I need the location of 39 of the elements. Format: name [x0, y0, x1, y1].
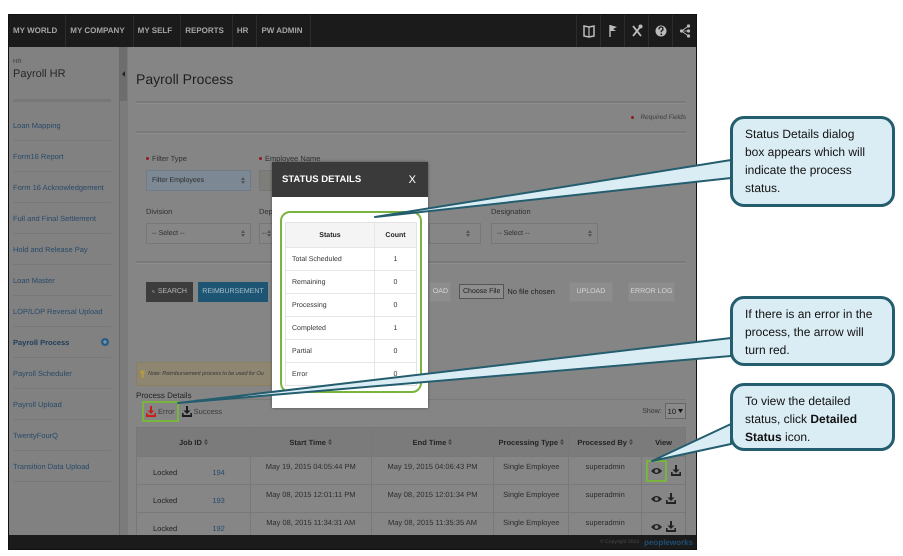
collapse-handle[interactable]	[120, 47, 127, 101]
book-icon[interactable]	[582, 24, 594, 38]
caret-icon	[588, 230, 592, 237]
help-icon[interactable]	[654, 24, 666, 38]
input-field[interactable]	[259, 170, 273, 191]
bulb-icon	[140, 370, 145, 378]
sort-icon	[204, 439, 208, 445]
eye-icon[interactable]	[651, 466, 662, 474]
download-icon[interactable]	[666, 521, 676, 532]
caret-icon	[241, 230, 245, 237]
download-icon[interactable]	[666, 493, 676, 504]
required-icon	[631, 116, 634, 119]
callout-text: To view the detailed status, click Detailed Status icon.	[730, 383, 895, 451]
sort-icon	[448, 439, 452, 445]
caret-icon	[122, 71, 125, 77]
eye-icon[interactable]	[651, 522, 662, 530]
sort-icon	[560, 439, 564, 445]
sort-icon	[628, 439, 633, 445]
search-icon	[152, 288, 155, 295]
caret-down-icon	[678, 409, 683, 413]
callout-text: Status Details dialog box appears which will indicate the process status.	[730, 116, 895, 207]
plus-circle-icon	[101, 338, 109, 346]
caret-icon	[466, 230, 470, 237]
flag-icon[interactable]	[606, 24, 618, 38]
close-button[interactable]: X	[406, 174, 418, 186]
share-icon[interactable]	[678, 24, 690, 38]
sort-icon	[328, 439, 332, 445]
page-title: Payroll Process	[136, 70, 234, 89]
dialog-title: STATUS DETAILS	[282, 174, 362, 185]
download-icon	[146, 406, 156, 416]
brand-logo: peopleworks	[644, 538, 693, 546]
module-title: Payroll HR	[13, 68, 67, 80]
download-icon[interactable]	[671, 465, 682, 476]
eye-icon[interactable]	[651, 494, 662, 502]
tools-icon[interactable]	[630, 24, 642, 38]
caret-icon	[241, 177, 245, 184]
download-icon	[182, 406, 192, 416]
callout-text: If there is an error in the process, the arrow will turn red.	[730, 296, 895, 366]
section-title: Process Details	[136, 391, 192, 400]
